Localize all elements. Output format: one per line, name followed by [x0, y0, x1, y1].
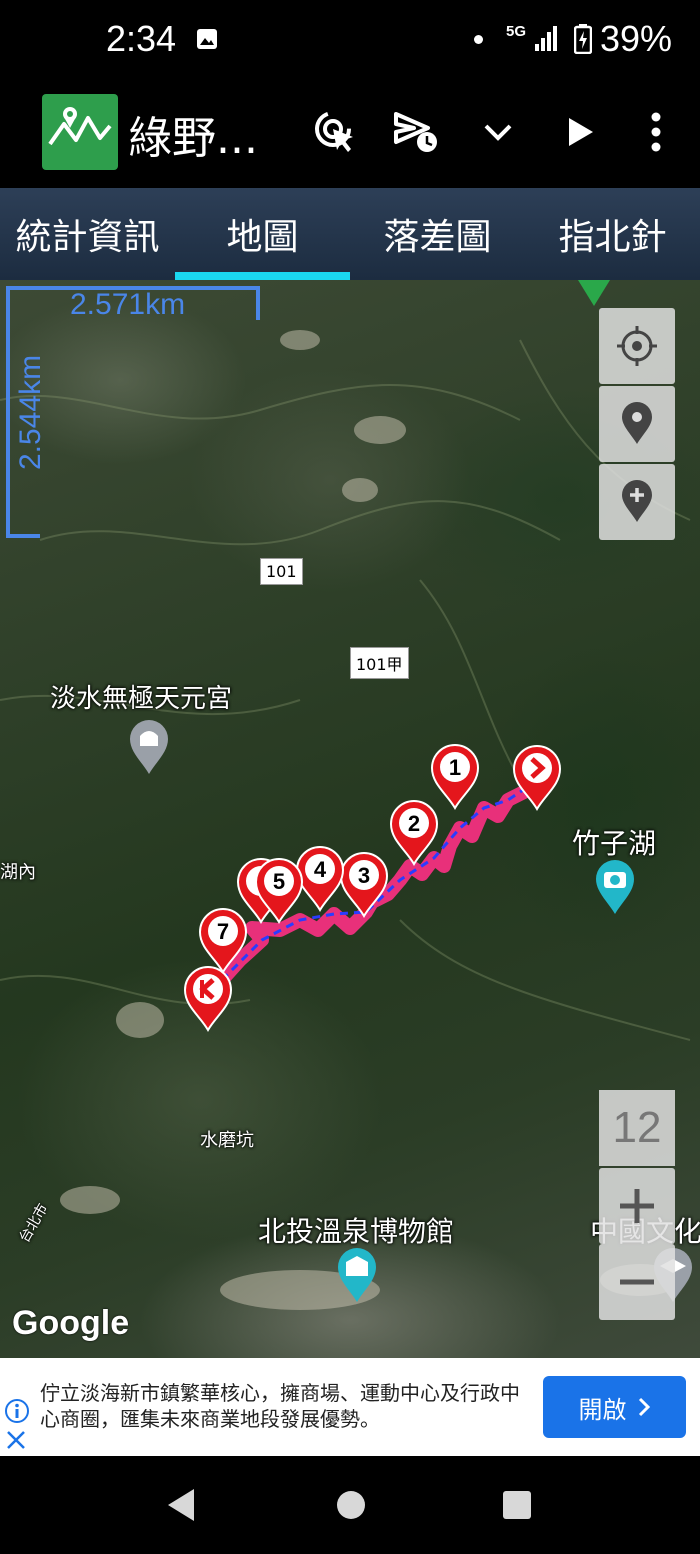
- app-toolbar: 綠野...: [0, 80, 700, 188]
- waypoint-pin-5[interactable]: 5: [254, 858, 304, 928]
- ad-text: 佇立淡海新市鎮繁華核心，擁商場、運動中心及行政中心商圈，匯集未來商業地段發展優勢…: [40, 1381, 520, 1431]
- temple-poi-icon[interactable]: [128, 718, 170, 780]
- dropdown-button[interactable]: [474, 108, 522, 156]
- place-label-hunei: 湖內: [0, 862, 36, 883]
- home-circle-icon: [337, 1491, 365, 1519]
- send-schedule-icon: [394, 112, 437, 152]
- route-end-pin[interactable]: [512, 745, 562, 815]
- route-start-pin[interactable]: [183, 966, 233, 1036]
- settlement-patches: [60, 330, 680, 1310]
- green-location-pin: [578, 280, 610, 306]
- camera-poi-icon[interactable]: [594, 858, 636, 920]
- back-button[interactable]: [164, 1486, 198, 1528]
- my-location-button[interactable]: [599, 308, 675, 384]
- zoom-in-button[interactable]: [599, 1168, 675, 1244]
- tab-elevation-profile[interactable]: 落差圖: [350, 188, 525, 280]
- chevron-right-icon: [638, 1397, 650, 1417]
- network-type: 5G: [506, 23, 527, 40]
- zoom-level: 12: [599, 1090, 675, 1166]
- touch-target-icon: [315, 111, 353, 152]
- active-tab-indicator: [175, 272, 350, 280]
- recents-button[interactable]: [500, 1486, 534, 1528]
- tab-statistics[interactable]: 統計資訊: [0, 188, 175, 280]
- plus-icon: [620, 1189, 654, 1223]
- notification-dot-icon: [474, 35, 483, 44]
- ad-open-label: 開啟: [578, 1395, 627, 1424]
- scale-vertical: 2.544km: [14, 354, 47, 470]
- tab-compass[interactable]: 指北針: [525, 188, 700, 280]
- place-label-zhuzihu: 竹子湖: [572, 827, 657, 860]
- place-label-hot-spring-museum: 北投溫泉博物館: [258, 1215, 455, 1248]
- battery-percent: 39%: [600, 18, 673, 59]
- scale-horizontal: 2.571km: [70, 288, 186, 321]
- tab-map[interactable]: 地圖: [175, 188, 350, 280]
- zoom-out-button[interactable]: [599, 1244, 675, 1320]
- signal-icon: [534, 24, 560, 56]
- image-notification-icon: [196, 28, 218, 54]
- app-logo-icon: [42, 94, 118, 170]
- satellite-map[interactable]: 2.571km 2.544km 101 101甲 淡水無極天元宮 竹子湖 湖內 …: [0, 280, 700, 1358]
- waypoint-pin-3[interactable]: 3: [339, 852, 389, 922]
- svg-text:4: 4: [314, 857, 327, 882]
- add-marker-button[interactable]: [599, 464, 675, 540]
- google-attribution: Google: [12, 1304, 130, 1342]
- place-label-tianyuan-temple: 淡水無極天元宮: [50, 684, 233, 714]
- location-pin-icon: [622, 402, 652, 444]
- map-overlay: [0, 280, 691, 1310]
- waypoint-pin-2[interactable]: 2: [389, 800, 439, 870]
- ad-open-button[interactable]: 開啟: [543, 1376, 686, 1438]
- ad-banner[interactable]: 佇立淡海新市鎮繁華核心，擁商場、運動中心及行政中心商圈，匯集未來商業地段發展優勢…: [0, 1358, 700, 1456]
- status-bar: 2:34 5G 39%: [0, 0, 700, 80]
- svg-text:3: 3: [358, 863, 370, 888]
- ad-info-icon[interactable]: [4, 1398, 30, 1428]
- status-time: 2:34: [106, 18, 177, 59]
- place-label-shuimokeng: 水磨坑: [200, 1130, 254, 1151]
- road-label-101a: 101甲: [350, 647, 409, 679]
- svg-text:7: 7: [217, 919, 229, 944]
- add-location-icon: [622, 480, 652, 522]
- more-options-button[interactable]: [632, 108, 680, 156]
- play-button[interactable]: [556, 108, 604, 156]
- crosshair-icon: [617, 326, 657, 366]
- more-vert-icon: [651, 112, 661, 152]
- battery-charging-icon: [573, 24, 593, 58]
- recents-square-icon: [503, 1491, 531, 1519]
- road-label-101: 101: [260, 558, 303, 585]
- minus-icon: [620, 1279, 654, 1285]
- send-schedule-button[interactable]: [392, 108, 440, 156]
- back-triangle-icon: [168, 1489, 194, 1521]
- app-title: 綠野...: [128, 113, 258, 164]
- ad-close-icon[interactable]: [4, 1428, 28, 1456]
- home-button[interactable]: [334, 1486, 368, 1528]
- museum-poi-icon[interactable]: [336, 1246, 378, 1308]
- svg-text:1: 1: [449, 755, 461, 780]
- tab-bar: 統計資訊 地圖 落差圖 指北針: [0, 188, 700, 280]
- play-icon: [569, 118, 593, 146]
- svg-text:2: 2: [408, 811, 420, 836]
- svg-text:5: 5: [273, 869, 285, 894]
- touch-target-button[interactable]: [312, 108, 360, 156]
- show-marker-button[interactable]: [599, 386, 675, 462]
- system-nav-bar: [0, 1456, 700, 1554]
- chevron-down-icon: [484, 124, 512, 141]
